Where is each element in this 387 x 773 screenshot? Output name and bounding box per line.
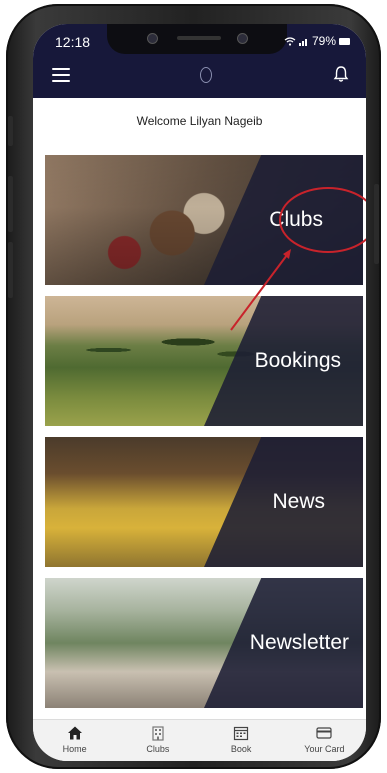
newsletter-card-label: Newsletter <box>249 631 349 654</box>
status-indicators: 79% <box>284 34 350 48</box>
annotation-circle <box>279 187 366 253</box>
nav-home-label: Home <box>62 744 87 754</box>
bell-icon[interactable] <box>333 65 349 83</box>
wifi-icon <box>284 36 296 46</box>
news-card-label: News <box>272 490 325 513</box>
nav-your-card-label: Your Card <box>304 744 345 754</box>
newsletter-card[interactable]: Newsletter <box>45 578 363 708</box>
status-time: 12:18 <box>55 34 91 50</box>
nav-book[interactable]: Book <box>206 724 276 754</box>
hamburger-icon[interactable] <box>52 68 70 82</box>
nav-your-card[interactable]: Your Card <box>289 724 359 754</box>
battery-percent: 79% <box>311 34 336 48</box>
nav-book-label: Book <box>230 744 252 754</box>
home-icon <box>67 726 82 740</box>
bookings-card[interactable]: Bookings <box>45 296 363 426</box>
welcome-message: Welcome Lilyan Nageib <box>136 114 263 128</box>
bookings-card-label: Bookings <box>254 349 341 372</box>
phone-screen: 12:18 79% Welcome Lilyan Nageib Clubs Bo… <box>33 24 366 761</box>
volume-down-button <box>8 242 13 298</box>
nav-home[interactable]: Home <box>40 724 110 754</box>
power-button <box>374 184 379 264</box>
battery-icon <box>339 37 350 45</box>
sensor-icon <box>237 33 248 44</box>
signal-icon <box>298 38 307 46</box>
calendar-icon <box>234 726 249 741</box>
nav-clubs-label: Clubs <box>146 744 170 754</box>
bottom-navigation: Home Clubs Book Your Card <box>33 719 366 761</box>
phone-frame: 12:18 79% Welcome Lilyan Nageib Clubs Bo… <box>6 4 381 769</box>
notch <box>107 24 287 54</box>
club-logo-icon <box>200 67 212 83</box>
volume-up-button <box>8 176 13 232</box>
nav-clubs[interactable]: Clubs <box>123 724 193 754</box>
building-icon <box>152 726 164 741</box>
card-icon <box>316 727 332 739</box>
camera-icon <box>147 33 158 44</box>
app-header: 12:18 79% <box>33 24 366 98</box>
news-card[interactable]: News <box>45 437 363 567</box>
mute-switch <box>8 116 13 146</box>
speaker-grill <box>177 36 221 40</box>
